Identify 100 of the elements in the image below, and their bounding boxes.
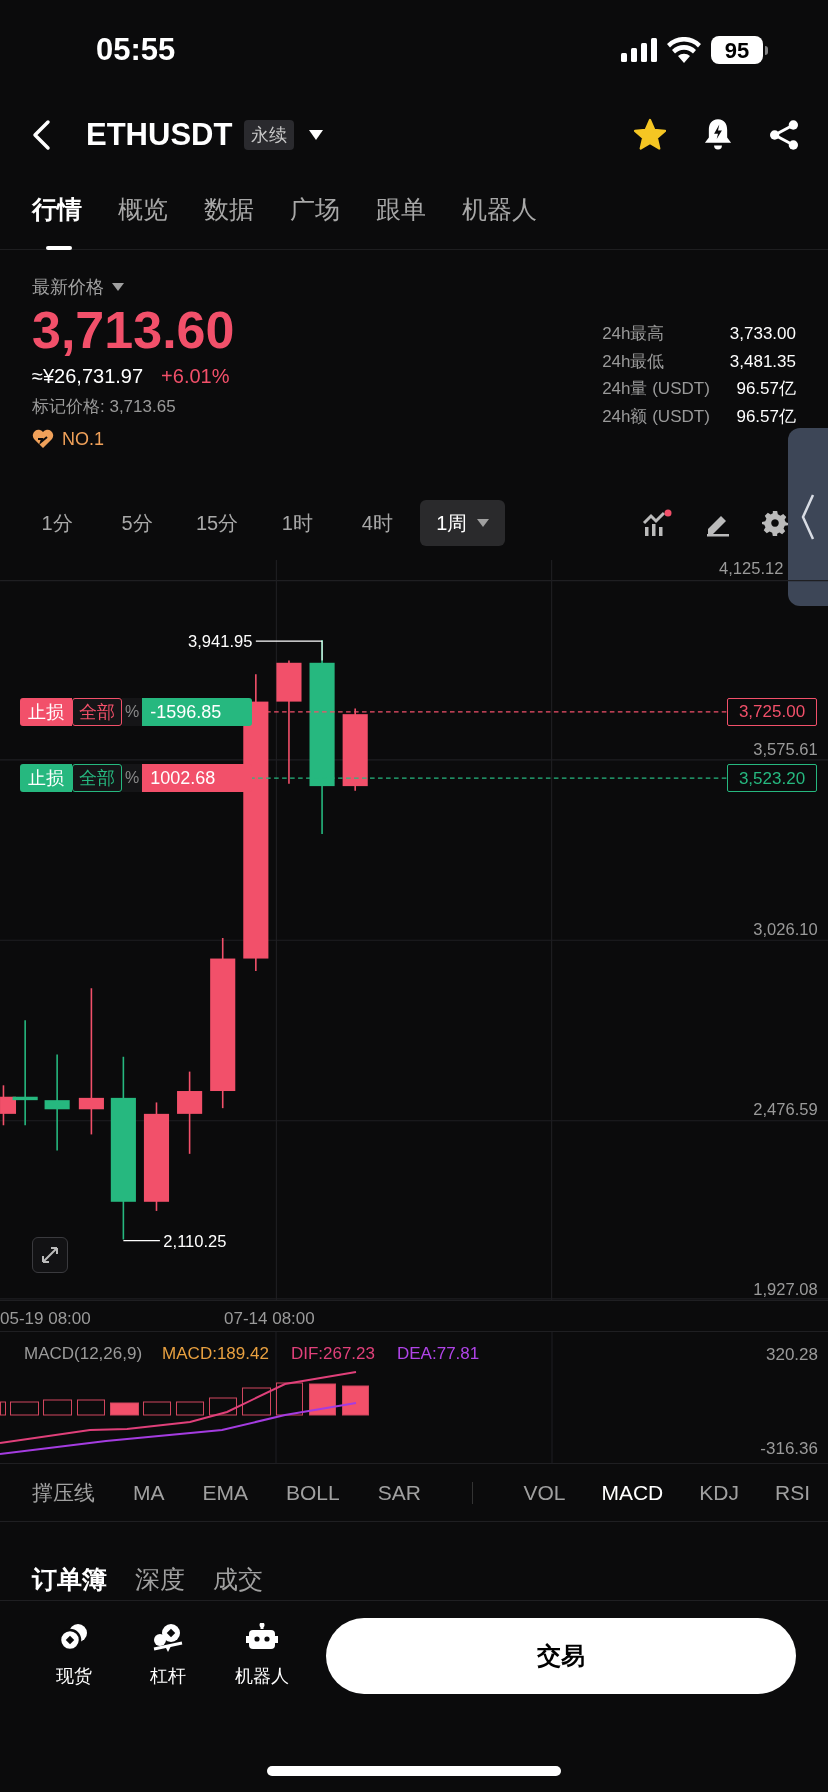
- last-price: 3,713.60: [32, 300, 235, 360]
- percent-label: %: [122, 764, 143, 793]
- bell-icon[interactable]: [702, 118, 734, 152]
- macd-axis-label: 320.28: [766, 1344, 818, 1366]
- macd-bar: [309, 1383, 336, 1416]
- pnl-value: 1002.68: [142, 764, 253, 793]
- indicator-tab[interactable]: 撑压线: [32, 1476, 95, 1509]
- stat-label: 24h量 (USDT): [602, 378, 710, 400]
- dropdown-caret-icon[interactable]: [112, 283, 124, 291]
- orderbook-tab[interactable]: 深度: [135, 1560, 185, 1598]
- macd-bar: [110, 1402, 139, 1416]
- stat-label: 24h额 (USDT): [602, 405, 710, 428]
- indicator-tab[interactable]: MA: [133, 1476, 165, 1509]
- price-change: +6.01%: [161, 364, 230, 389]
- bottom-nav-item[interactable]: 现货: [40, 1622, 108, 1690]
- close-all-button[interactable]: 全部: [72, 764, 122, 793]
- indicator-tab[interactable]: SAR: [377, 1476, 421, 1509]
- macd-bar: [342, 1385, 369, 1416]
- indicator-tab[interactable]: KDJ: [699, 1476, 739, 1509]
- indicator-tab[interactable]: EMA: [202, 1476, 248, 1509]
- dropdown-caret-icon: [477, 518, 490, 527]
- price-axis-label: 3,026.10: [753, 919, 818, 939]
- macd-axis-label: -316.36: [760, 1437, 818, 1460]
- rank-label: NO.1: [62, 427, 104, 451]
- leader-line: [122, 1240, 161, 1242]
- macd-bar: [143, 1401, 171, 1416]
- indicator-tab[interactable]: VOL: [523, 1476, 566, 1509]
- macd-bar: [242, 1387, 271, 1416]
- tab[interactable]: 广场: [290, 169, 340, 250]
- wifi-icon: [667, 37, 701, 63]
- price-axis-label: 2,476.59: [753, 1100, 818, 1119]
- tab[interactable]: 行情: [32, 169, 82, 250]
- leader-line: [255, 640, 323, 662]
- price-axis-label: 4,125.12: [719, 560, 784, 578]
- bottom-nav-item[interactable]: 杠杆: [134, 1622, 202, 1690]
- orderbook-tab[interactable]: 成交: [213, 1560, 263, 1598]
- stat-value: 3,481.35: [729, 350, 796, 373]
- tab[interactable]: 概览: [118, 169, 168, 250]
- tab[interactable]: 数据: [204, 169, 254, 250]
- symbol-title: ETHUSDT: [86, 115, 233, 154]
- macd-bar: [276, 1382, 303, 1416]
- high-price-label: 3,941.95: [188, 631, 253, 651]
- time-axis-label: 07-14 08:00: [224, 1308, 315, 1330]
- heart-badge-icon: [32, 429, 54, 449]
- battery-tip: [765, 45, 768, 55]
- macd-value: MACD:189.42: [162, 1343, 269, 1365]
- order-type-label: 止损: [20, 698, 72, 727]
- coin-seesaw-icon: [152, 1622, 184, 1653]
- orderbook-tab[interactable]: 订单簿: [32, 1560, 107, 1598]
- macd-bar: [176, 1401, 204, 1416]
- dea-value: DEA:77.81: [397, 1343, 480, 1365]
- interval-tab[interactable]: 4时: [340, 499, 415, 546]
- low-price-label: 2,110.25: [163, 1232, 227, 1252]
- macd-bar: [43, 1399, 72, 1416]
- tab[interactable]: 机器人: [462, 169, 537, 250]
- drawer-handle[interactable]: [788, 428, 828, 606]
- stat-label: 24h最低: [602, 350, 666, 373]
- interval-tab[interactable]: 1分: [20, 499, 94, 546]
- indicator-tab[interactable]: BOLL: [286, 1476, 340, 1509]
- order-price-tag: 3,725.00: [727, 698, 817, 727]
- order-price-tag: 3,523.20: [727, 764, 817, 793]
- indicator-chart-icon[interactable]: [642, 508, 672, 537]
- interval-tab[interactable]: 15分: [180, 499, 255, 546]
- close-all-button[interactable]: 全部: [72, 698, 122, 727]
- expand-button[interactable]: [32, 1237, 68, 1273]
- macd-bar: [0, 1401, 6, 1416]
- stat-label: 24h最高: [602, 323, 666, 345]
- star-icon[interactable]: [632, 117, 668, 153]
- expand-icon: [41, 1246, 59, 1264]
- contract-badge: 永续: [244, 120, 295, 150]
- stat-value: 96.57亿: [735, 405, 796, 428]
- mark-price: 标记价格: 3,713.65: [32, 396, 177, 419]
- tab-underline: [46, 245, 72, 250]
- order-type-label: 止损: [20, 764, 72, 793]
- interval-tab[interactable]: 1周: [420, 499, 506, 546]
- price-axis-label: 1,927.08: [753, 1280, 818, 1300]
- settings-icon[interactable]: [762, 509, 788, 536]
- time-axis-label: 05-19 08:00: [0, 1308, 91, 1330]
- stat-value: 96.57亿: [735, 378, 796, 400]
- price-axis-label: 3,575.61: [753, 740, 818, 760]
- macd-bar: [10, 1401, 39, 1416]
- macd-params: MACD(12,26,9): [24, 1343, 143, 1365]
- dif-value: DIF:267.23: [290, 1343, 375, 1365]
- cny-price: ≈¥26,731.97: [32, 364, 144, 389]
- interval-tab[interactable]: 5分: [100, 499, 174, 546]
- interval-tab[interactable]: 1时: [260, 499, 335, 546]
- indicator-tab[interactable]: MACD: [601, 1476, 664, 1509]
- pnl-value: -1596.85: [142, 698, 253, 727]
- trade-button[interactable]: 交易: [326, 1618, 796, 1694]
- macd-bar: [209, 1397, 237, 1416]
- bottom-nav-item[interactable]: 机器人: [228, 1622, 296, 1690]
- indicator-tab[interactable]: RSI: [774, 1476, 810, 1509]
- macd-bar: [77, 1399, 105, 1416]
- chevron-left-icon: [800, 493, 816, 541]
- price-type-label[interactable]: 最新价格: [32, 273, 104, 301]
- stat-value: 3,733.00: [729, 323, 796, 345]
- share-icon[interactable]: [768, 119, 800, 151]
- percent-label: %: [122, 698, 143, 727]
- dropdown-caret-icon[interactable]: [308, 129, 325, 141]
- tab[interactable]: 跟单: [376, 169, 426, 250]
